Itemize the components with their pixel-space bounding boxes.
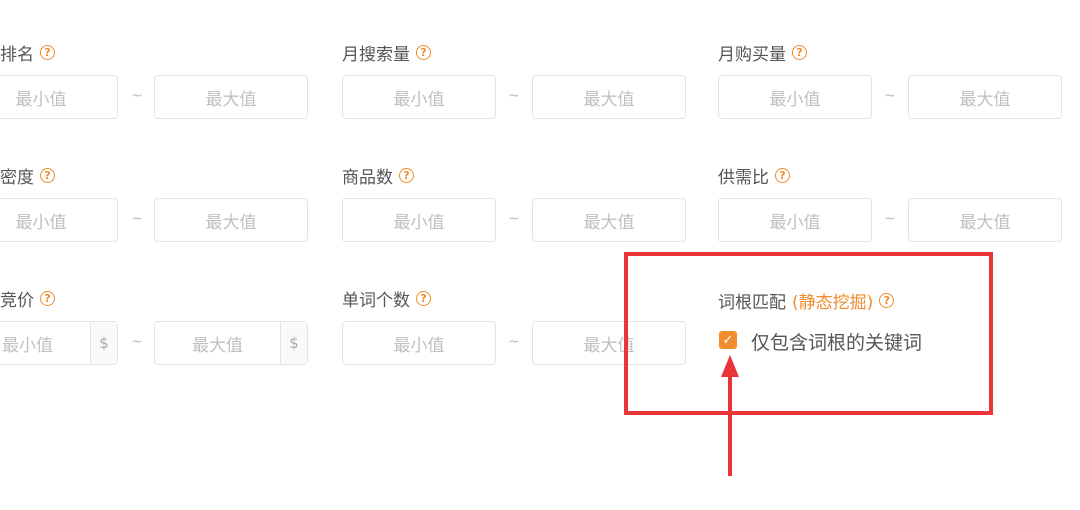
range-separator: ~	[508, 88, 520, 104]
help-icon[interactable]: ?	[40, 45, 55, 60]
bid-min-input[interactable]: 最小值 $	[0, 321, 118, 365]
monthly-purchase-min-input[interactable]: 最小值	[718, 75, 872, 119]
rank-min-input[interactable]: 最小值	[0, 75, 118, 119]
range-separator: ~	[508, 334, 520, 350]
help-icon[interactable]: ?	[399, 168, 414, 183]
word-count-label: 单词个数 ?	[342, 286, 431, 311]
monthly-search-max-input[interactable]: 最大值	[532, 75, 686, 119]
bid-max-placeholder: 最大值	[192, 335, 243, 356]
range-separator: ~	[884, 211, 896, 227]
product-count-max-input[interactable]: 最大值	[532, 198, 686, 242]
annotation-highlight-box	[624, 252, 993, 415]
bid-label-text: 竞价	[0, 291, 34, 311]
word-count-min-input[interactable]: 最小值	[342, 321, 496, 365]
help-icon[interactable]: ?	[416, 45, 431, 60]
help-icon[interactable]: ?	[40, 168, 55, 183]
help-icon[interactable]: ?	[792, 45, 807, 60]
dollar-icon: $	[280, 322, 307, 364]
range-separator: ~	[884, 88, 896, 104]
bid-min-placeholder: 最小值	[2, 335, 53, 356]
monthly-search-min-input[interactable]: 最小值	[342, 75, 496, 119]
help-icon[interactable]: ?	[40, 291, 55, 306]
range-separator: ~	[131, 211, 143, 227]
rank-max-input[interactable]: 最大值	[154, 75, 308, 119]
range-separator: ~	[131, 88, 143, 104]
rank-label: 排名 ?	[0, 40, 55, 65]
range-separator: ~	[508, 211, 520, 227]
annotation-arrow-shaft	[728, 368, 732, 476]
monthly-search-label-text: 月搜索量	[342, 45, 410, 65]
supply-demand-label-text: 供需比	[718, 168, 769, 188]
density-label-text: 密度	[0, 168, 34, 188]
help-icon[interactable]: ?	[775, 168, 790, 183]
product-count-min-input[interactable]: 最小值	[342, 198, 496, 242]
monthly-purchase-label: 月购买量 ?	[718, 40, 807, 65]
product-count-label-text: 商品数	[342, 168, 393, 188]
supply-demand-label: 供需比 ?	[718, 163, 790, 188]
bid-max-input[interactable]: 最大值 $	[154, 321, 308, 365]
density-label: 密度 ?	[0, 163, 55, 188]
range-separator: ~	[131, 334, 143, 350]
density-max-input[interactable]: 最大值	[154, 198, 308, 242]
monthly-purchase-label-text: 月购买量	[718, 45, 786, 65]
supply-demand-max-input[interactable]: 最大值	[908, 198, 1062, 242]
word-count-label-text: 单词个数	[342, 291, 410, 311]
rank-label-text: 排名	[0, 45, 34, 65]
bid-label: 竞价 ?	[0, 286, 55, 311]
supply-demand-min-input[interactable]: 最小值	[718, 198, 872, 242]
help-icon[interactable]: ?	[416, 291, 431, 306]
product-count-label: 商品数 ?	[342, 163, 414, 188]
dollar-icon: $	[90, 322, 117, 364]
monthly-search-label: 月搜索量 ?	[342, 40, 431, 65]
monthly-purchase-max-input[interactable]: 最大值	[908, 75, 1062, 119]
density-min-input[interactable]: 最小值	[0, 198, 118, 242]
